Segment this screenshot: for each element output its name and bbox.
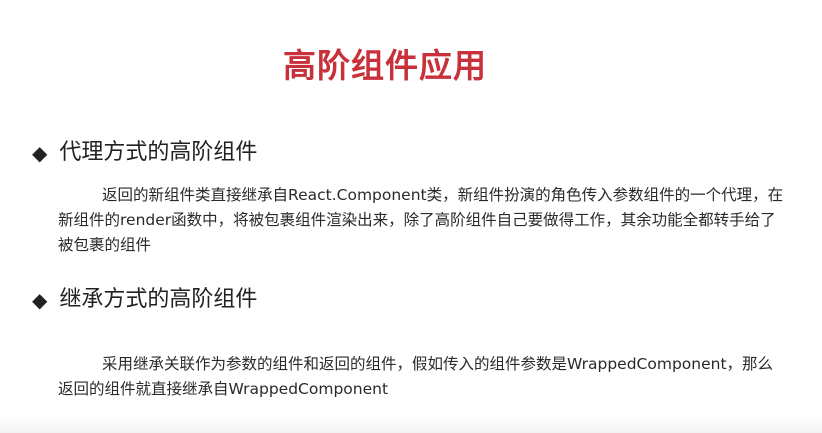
section-heading-text: 代理方式的高阶组件 xyxy=(59,140,258,165)
section-heading-text: 继承方式的高阶组件 xyxy=(59,287,258,312)
diamond-bullet-icon: ◆ xyxy=(32,141,48,165)
diamond-bullet-icon: ◆ xyxy=(32,288,48,312)
section-paragraph-proxy: 返回的新组件类直接继承自React.Component类，新组件扮演的角色传入参… xyxy=(58,186,784,254)
section-heading-inheritance: ◆ 继承方式的高阶组件 xyxy=(32,285,257,315)
section-paragraph-inheritance: 采用继承关联作为参数的组件和返回的组件，假如传入的组件参数是WrappedCom… xyxy=(58,355,774,398)
section-heading-proxy: ◆ 代理方式的高阶组件 xyxy=(32,138,257,168)
slide: 高阶组件应用 ◆ 代理方式的高阶组件 返回的新组件类直接继承自React.Com… xyxy=(0,0,822,433)
slide-title: 高阶组件应用 xyxy=(283,46,487,85)
